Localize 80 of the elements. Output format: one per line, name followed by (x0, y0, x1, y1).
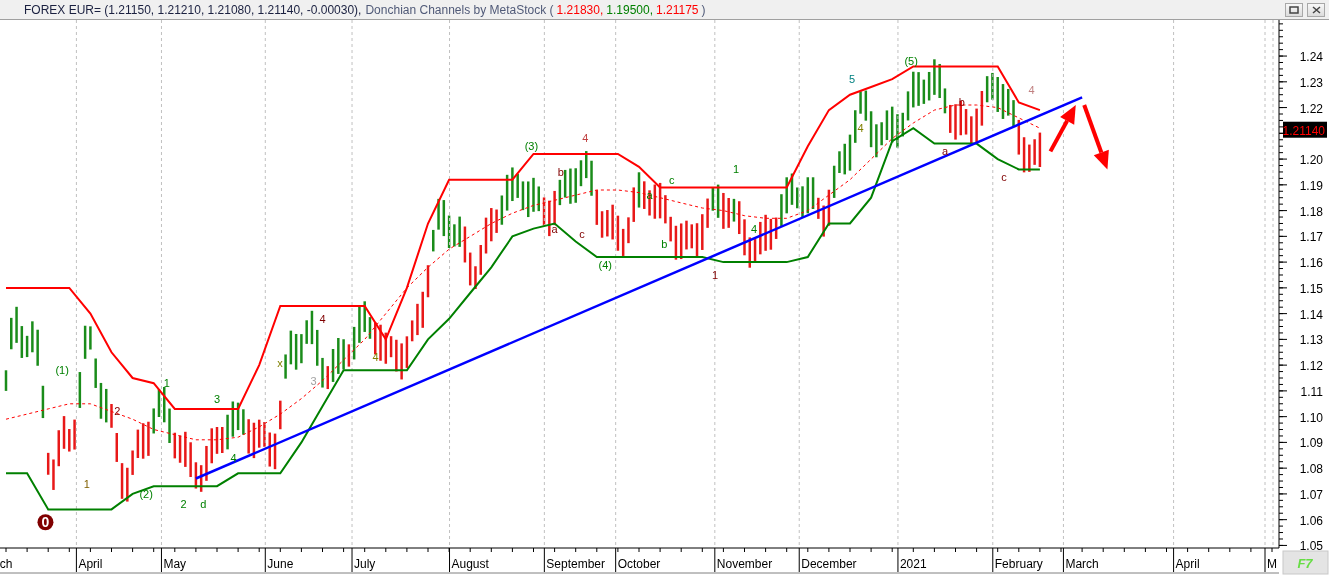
wave-label: 1 (711, 269, 718, 281)
wave-label: c (1001, 171, 1007, 184)
wave-label: 4 (857, 122, 864, 135)
axis-label: 1.07 (1299, 487, 1323, 502)
wave-label: 5 (849, 73, 856, 86)
wave-label: (3) (524, 140, 539, 153)
axis-label: September (546, 557, 606, 571)
axis-label: M (1267, 557, 1277, 571)
f7-button[interactable]: F7 (1282, 550, 1329, 575)
axis-label: 1.23 (1299, 75, 1323, 90)
restore-icon (1289, 5, 1299, 14)
wave-label: (5) (904, 55, 918, 68)
axis-label: April (78, 557, 103, 571)
axis-label: 1.19 (1299, 178, 1323, 193)
wave-label: b (557, 165, 564, 178)
wave-label: c (579, 227, 585, 240)
wave-label: 2 (180, 498, 187, 511)
indicator-value: 1.19500, (606, 2, 653, 17)
axis-label: ch (0, 557, 13, 571)
axis-label: 1.11 (1300, 384, 1323, 399)
indicator-bracket: ) (701, 2, 706, 17)
wave-label: 4 (750, 222, 758, 235)
arrow (1082, 104, 1109, 170)
wave-label: x (277, 356, 283, 369)
axis-label: 1.13 (1299, 333, 1323, 348)
wave-label: a (551, 222, 558, 235)
indicator-value: 1.21830, (556, 2, 604, 17)
axis-label: April (1175, 557, 1200, 571)
axis-label: November (716, 557, 773, 571)
wave-label: 3 (310, 374, 317, 387)
arrow (1048, 105, 1076, 153)
axis-label: December (801, 557, 857, 571)
axis-label: February (994, 557, 1043, 571)
axis-label: 1.20 (1299, 153, 1323, 168)
wave-label: a (646, 189, 653, 202)
wave-label: 4 (372, 351, 379, 364)
wave-label: 3 (213, 392, 221, 405)
axis-label: 1.24 (1299, 50, 1323, 65)
wave-label: (1) (55, 364, 69, 377)
restore-button[interactable] (1285, 2, 1303, 17)
axis-label: October (617, 557, 661, 571)
axis-label: July (354, 557, 376, 571)
wave-label: 0 (37, 514, 54, 531)
axis-label: 1.09 (1299, 436, 1323, 451)
wave-label: 1 (83, 477, 90, 490)
axis-label: 1.22 (1299, 101, 1323, 116)
axis-label: 1.06 (1299, 513, 1323, 528)
annotation: 0 (41, 514, 50, 531)
wave-label: d (200, 498, 207, 511)
axis-label: 1.17 (1299, 230, 1323, 245)
wave-label: 4 (582, 132, 589, 145)
axis-label: 1.08 (1299, 462, 1323, 477)
wave-label: 4 (230, 451, 237, 464)
axis-label: August (451, 557, 489, 571)
wave-label: (4) (598, 258, 612, 271)
wave-label: 1 (163, 377, 170, 390)
axis-label: 1.18 (1299, 204, 1323, 219)
axis-label: 1.10 (1299, 410, 1323, 425)
wave-label: 1 (733, 163, 740, 176)
close-icon (1311, 5, 1321, 14)
wave-label: c (668, 173, 675, 186)
wave-label: a (941, 145, 948, 158)
wave-label: 4 (319, 312, 326, 325)
wave-label: 4 (1028, 83, 1035, 96)
axis-label: 1.12 (1299, 359, 1323, 374)
axis-label: 2021 (899, 557, 927, 571)
indicator-name: Donchian Channels by MetaStock ( (365, 2, 554, 17)
wave-label: (2) (139, 487, 153, 500)
wave-label: 2 (114, 405, 121, 418)
axis-label: June (267, 557, 294, 571)
symbol-quote: FOREX EUR= (1.21150, 1.21210, 1.21080, 1.21140, -0.00030), (24, 2, 362, 17)
close-button[interactable] (1307, 2, 1325, 17)
wave-label: b (661, 238, 668, 251)
axis-label: March (1065, 557, 1099, 571)
axis-label: 1.14 (1299, 307, 1323, 322)
wave-label: b (958, 96, 965, 109)
axis-label: May (163, 557, 187, 571)
axis-label: 1.16 (1299, 256, 1323, 271)
axis-label: 1.15 (1299, 281, 1323, 296)
indicator-value: 1.21175 (656, 2, 699, 17)
